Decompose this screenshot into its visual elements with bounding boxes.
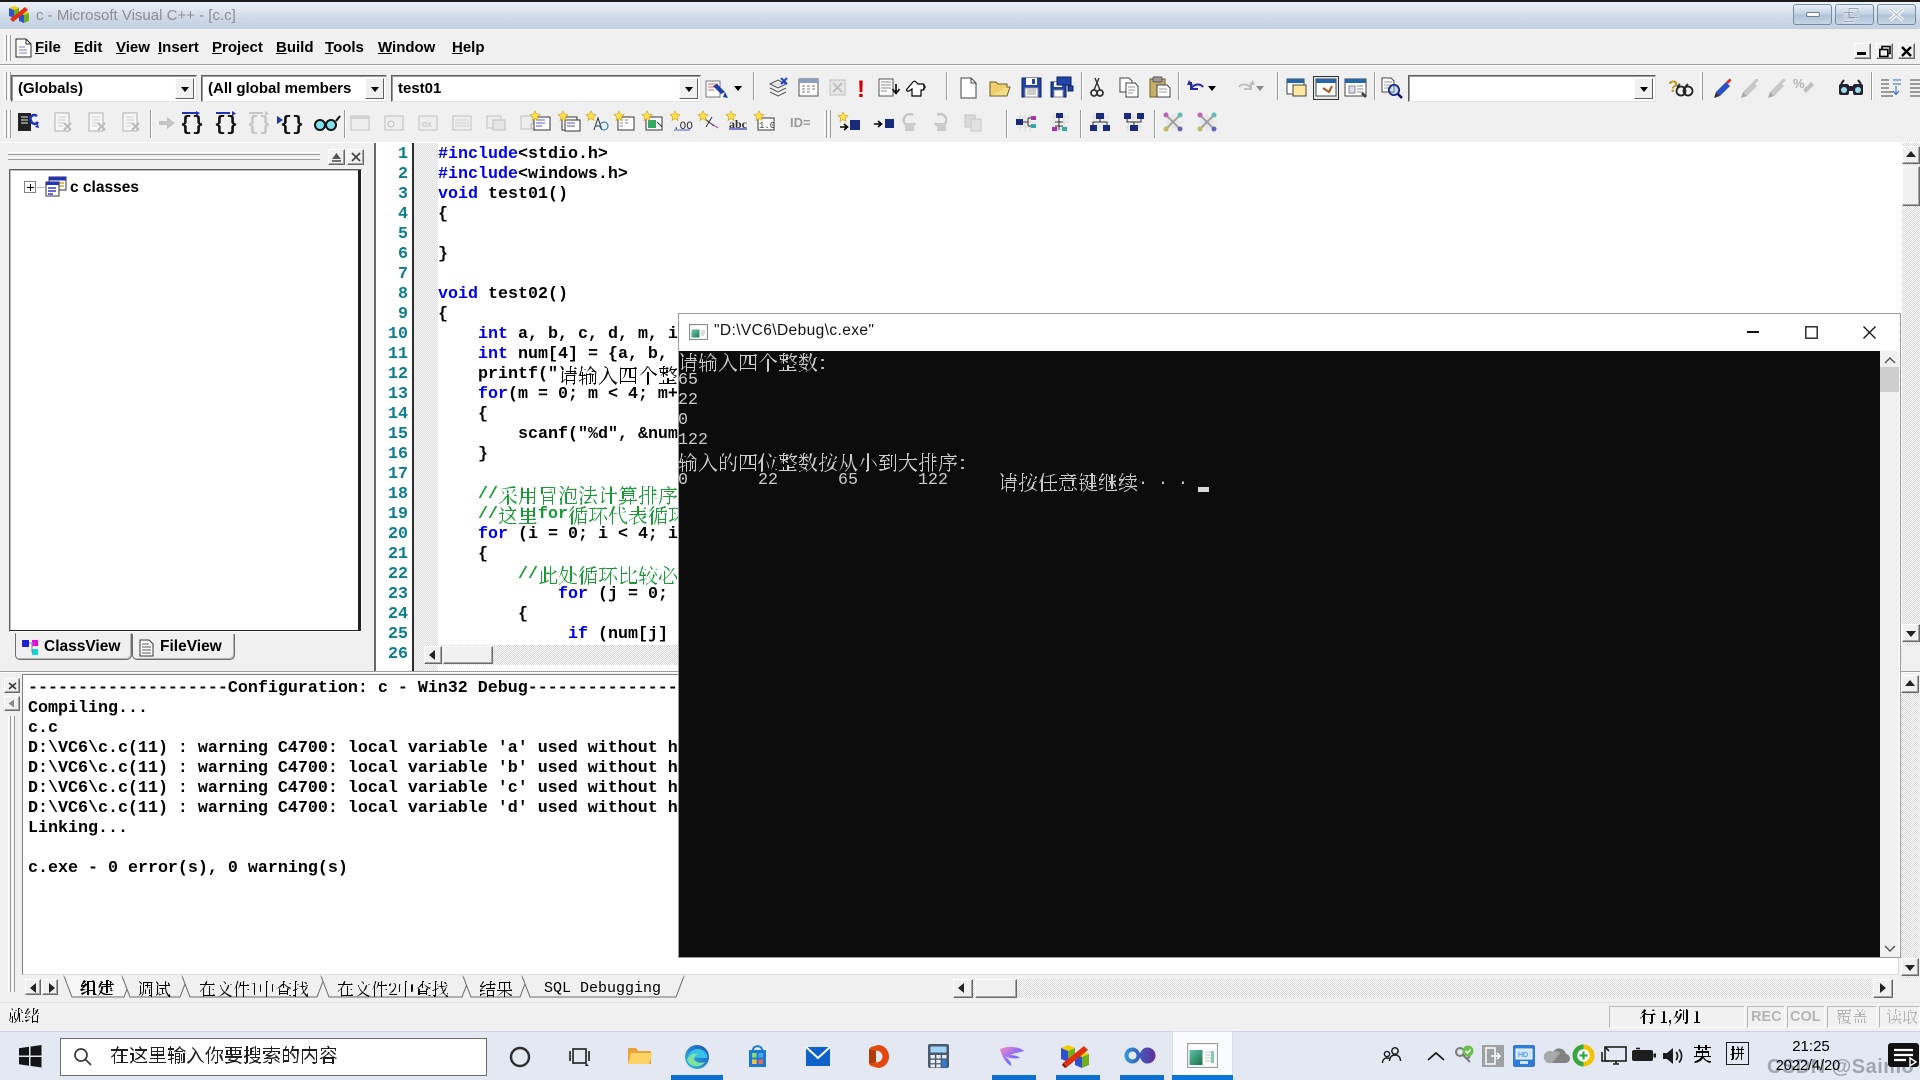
svg-text:{}: {}	[214, 114, 238, 137]
svg-text:1.0: 1.0	[759, 121, 775, 131]
svg-text:HD: HD	[1518, 1052, 1528, 1059]
svg-text:{}: {}	[247, 114, 271, 137]
svg-text:{}: {}	[280, 114, 304, 137]
svg-text:ox: ox	[422, 119, 432, 129]
svg-text:%: %	[1793, 76, 1805, 91]
svg-text:.OO: .OO	[673, 121, 693, 133]
svg-text:{}: {}	[180, 114, 204, 137]
